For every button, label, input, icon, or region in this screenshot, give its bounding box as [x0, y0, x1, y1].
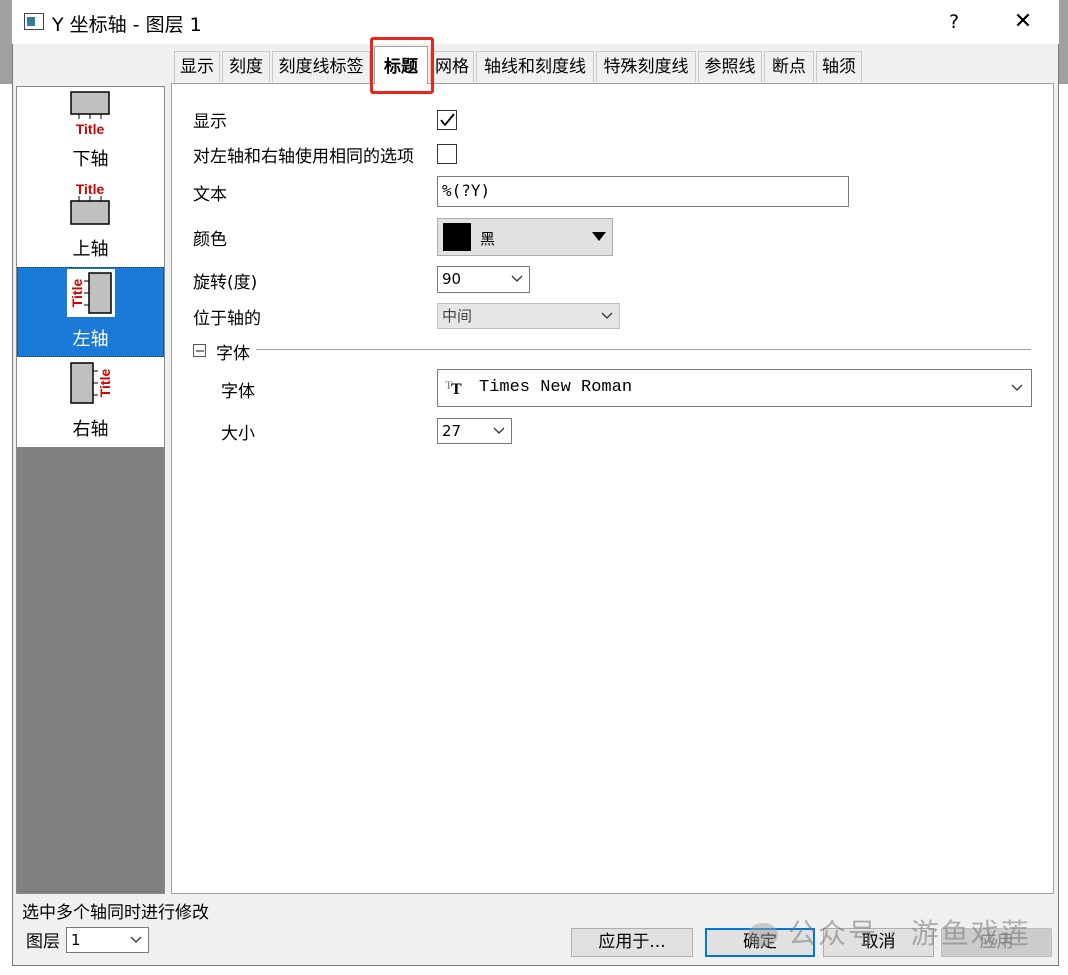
font-dropdown[interactable]: T T Times New Roman — [437, 369, 1032, 407]
svg-text:Title: Title — [76, 181, 105, 197]
window-title: Y 坐标轴 - 图层 1 — [52, 14, 202, 36]
font-section-title: 字体 — [216, 344, 250, 364]
rotation-value: 90 — [442, 270, 462, 288]
rotation-dropdown[interactable]: 90 — [437, 266, 530, 293]
tab-special-ticks[interactable]: 特殊刻度线 — [596, 51, 696, 82]
tab-display[interactable]: 显示 — [174, 51, 220, 82]
layer-value: 1 — [71, 931, 81, 949]
top-axis-title-icon: Title — [70, 181, 110, 225]
axis-label-top: 上轴 — [72, 239, 109, 260]
axis-item-left[interactable]: Title 左轴 — [17, 267, 164, 357]
left-axis-title-icon: Title — [67, 269, 115, 317]
app-window-icon — [24, 13, 44, 30]
axis-label-bottom: 下轴 — [72, 149, 109, 170]
wechat-icon — [748, 923, 778, 947]
right-axis-title-icon: Title — [70, 362, 113, 404]
svg-text:Title: Title — [97, 369, 113, 398]
position-value: 中间 — [442, 307, 473, 325]
chevron-down-icon — [130, 936, 142, 943]
tab-breaks[interactable]: 断点 — [764, 51, 814, 82]
dropdown-arrow-icon — [592, 232, 606, 241]
svg-text:Title: Title — [76, 121, 105, 137]
same-options-checkbox[interactable] — [437, 144, 457, 164]
svg-text:T: T — [451, 381, 462, 397]
axis-label-right: 右轴 — [72, 419, 109, 440]
size-value: 27 — [442, 422, 462, 440]
axis-item-bottom[interactable]: Title 下轴 — [17, 87, 164, 177]
tab-reference-lines[interactable]: 参照线 — [698, 51, 762, 82]
text-label: 文本 — [193, 185, 227, 205]
text-input[interactable]: %(?Y) — [437, 176, 849, 207]
chevron-down-icon — [601, 312, 613, 319]
svg-text:Title: Title — [69, 279, 85, 308]
size-dropdown[interactable]: 27 — [437, 418, 512, 444]
layer-label: 图层 — [26, 932, 60, 952]
help-button[interactable]: ? — [940, 8, 968, 36]
bottom-axis-title-icon: Title — [70, 91, 110, 137]
chevron-down-icon — [1011, 384, 1023, 391]
tab-grid[interactable]: 网格 — [430, 51, 474, 82]
color-swatch — [443, 223, 471, 251]
rotation-label: 旋转(度) — [193, 273, 258, 293]
truetype-font-icon: T T — [445, 378, 462, 397]
same-options-label: 对左轴和右轴使用相同的选项 — [193, 147, 414, 167]
color-name: 黑 — [480, 230, 496, 248]
background-left — [0, 0, 12, 84]
font-name: Times New Roman — [479, 378, 633, 397]
watermark: 公众号 · 游鱼戏莲 — [748, 912, 1031, 952]
position-label: 位于轴的 — [193, 309, 261, 329]
font-label: 字体 — [221, 382, 255, 402]
show-checkbox[interactable] — [437, 110, 457, 130]
show-label: 显示 — [193, 112, 227, 132]
layer-dropdown[interactable]: 1 — [66, 927, 149, 953]
collapse-icon[interactable] — [193, 344, 206, 357]
section-divider — [256, 349, 1031, 350]
position-dropdown[interactable]: 中间 — [437, 303, 620, 329]
axis-item-right[interactable]: Title 右轴 — [17, 357, 164, 447]
tab-rug[interactable]: 轴须 — [816, 51, 862, 82]
size-label: 大小 — [221, 424, 255, 444]
tab-highlight-box — [370, 37, 434, 94]
axis-item-top[interactable]: Title 上轴 — [17, 177, 164, 267]
apply-to-button[interactable]: 应用于... — [571, 928, 693, 957]
close-button[interactable]: ✕ — [1008, 8, 1038, 36]
tab-line-and-ticks[interactable]: 轴线和刻度线 — [476, 51, 594, 82]
tab-scale[interactable]: 刻度 — [222, 51, 270, 82]
chevron-down-icon — [511, 275, 523, 282]
chevron-down-icon — [493, 427, 505, 434]
color-label: 颜色 — [193, 230, 227, 250]
color-dropdown[interactable]: 黑 — [437, 218, 613, 256]
axis-label-left: 左轴 — [72, 329, 109, 350]
multi-select-hint: 选中多个轴同时进行修改 — [22, 903, 209, 923]
watermark-text: 公众号 · 游鱼戏莲 — [788, 917, 1031, 950]
checkmark-icon — [440, 113, 455, 127]
tab-tick-labels[interactable]: 刻度线标签 — [272, 51, 370, 82]
